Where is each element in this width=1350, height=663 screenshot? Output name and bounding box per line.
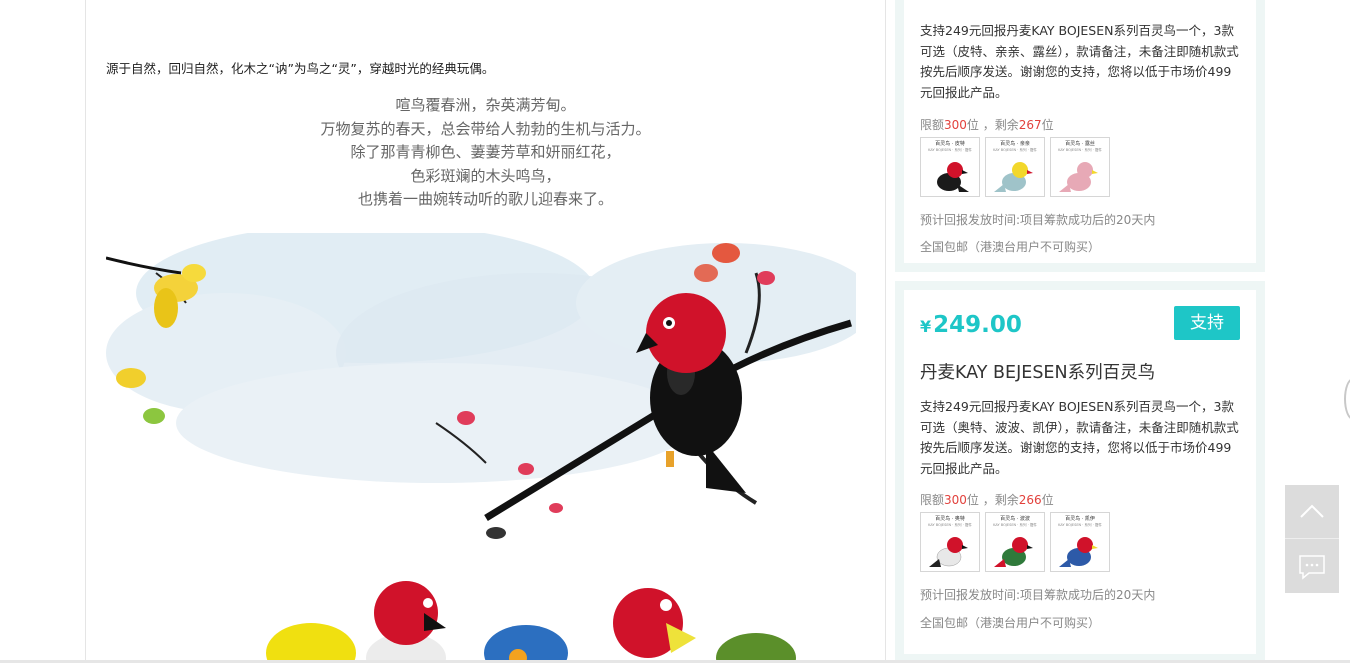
chat-icon	[1299, 555, 1325, 580]
back-to-top-button[interactable]	[1285, 485, 1339, 539]
quota-remaining: 266	[1018, 493, 1042, 507]
quota-remaining: 267	[1018, 118, 1042, 132]
reward-quota: 限额300位 ，剩余267位	[920, 118, 1054, 132]
reward-description: 支持249元回报丹麦KAY BOJESEN系列百灵鸟一个，3款可选（奥特、波波、…	[920, 399, 1239, 476]
bird-figure-icon	[1059, 537, 1098, 567]
poem-line: 也携着一曲婉转动听的歌儿迎春来了。	[357, 190, 613, 208]
edge-widget-handle[interactable]	[1344, 378, 1350, 420]
delivery-time: 预计回报发放时间:项目筹款成功后的20天内	[920, 588, 1156, 602]
reward-thumbnail[interactable]: 百灵鸟 · 露丝 KAY BOJESEN · 系列 · 摆件	[1050, 137, 1110, 197]
quota-total: 300	[944, 493, 967, 507]
reward-thumbnail[interactable]: 百灵鸟 · 波波 KAY BOJESEN · 系列 · 摆件	[985, 512, 1045, 572]
bird-figure-icon	[937, 162, 969, 192]
hero-bird-illustration	[106, 233, 856, 663]
reward-card: ¥249.00 支持 丹麦KAY BEJESEN系列百灵鸟 支持249元回报丹麦…	[895, 281, 1265, 663]
bird-figure-icon	[994, 162, 1033, 192]
bird-figure-icon	[929, 537, 968, 567]
story-intro: 源于自然，回归自然，化木之“讷”为鸟之“灵”，穿越时光的经典玩偶。	[106, 61, 495, 76]
shipping-note: 全国包邮（港澳台用户不可购买）	[920, 240, 1101, 254]
reward-thumbnail[interactable]: 百灵鸟 · 凯伊 KAY BOJESEN · 系列 · 摆件	[1050, 512, 1110, 572]
reward-title: 丹麦KAY BEJESEN系列百灵鸟	[920, 363, 1156, 383]
bird-figure-icon	[994, 537, 1033, 567]
project-story: 源于自然，回归自然，化木之“讷”为鸟之“灵”，穿越时光的经典玩偶。 喧鸟覆春洲，…	[85, 0, 886, 663]
story-poem: 喧鸟覆春洲，杂英满芳甸。 万物复苏的春天，总会带给人勃勃的生机与活力。 除了那青…	[86, 94, 885, 212]
reward-quota: 限额300位 ，剩余266位	[920, 493, 1054, 507]
reward-card: 支持249元回报丹麦KAY BOJESEN系列百灵鸟一个，3款可选（皮特、亲亲、…	[895, 0, 1265, 272]
poem-line: 喧鸟覆春洲，杂英满芳甸。	[395, 96, 576, 114]
reward-price: ¥249.00	[920, 312, 1022, 338]
chevron-up-icon	[1300, 504, 1324, 518]
reward-thumbnail[interactable]: 百灵鸟 · 奥特 KAY BOJESEN · 系列 · 摆件	[920, 512, 980, 572]
bird-figure-icon	[1059, 162, 1098, 192]
quota-total: 300	[944, 118, 967, 132]
poem-line: 万物复苏的春天，总会带给人勃勃的生机与活力。	[320, 119, 651, 138]
shipping-note: 全国包邮（港澳台用户不可购买）	[920, 616, 1101, 630]
reward-description: 支持249元回报丹麦KAY BOJESEN系列百灵鸟一个，3款可选（皮特、亲亲、…	[920, 23, 1239, 100]
floating-toolbar	[1285, 485, 1339, 593]
delivery-time: 预计回报发放时间:项目筹款成功后的20天内	[920, 213, 1156, 227]
chat-button[interactable]	[1285, 539, 1339, 593]
reward-thumbnail[interactable]: 百灵鸟 · 皮特 KAY BOJESEN · 系列 · 摆件	[920, 137, 980, 197]
poem-line: 色彩斑斓的木头鸣鸟，	[410, 166, 561, 185]
poem-line: 除了那青青柳色、萋萋芳草和妍丽红花，	[350, 143, 621, 161]
support-button[interactable]: 支持	[1174, 306, 1240, 340]
reward-sidebar: 支持249元回报丹麦KAY BOJESEN系列百灵鸟一个，3款可选（皮特、亲亲、…	[895, 0, 1265, 663]
bird-on-branch-illustration	[106, 233, 856, 663]
reward-thumbnail[interactable]: 百灵鸟 · 亲亲 KAY BOJESEN · 系列 · 摆件	[985, 137, 1045, 197]
price-value: 249.00	[933, 312, 1022, 338]
currency-symbol: ¥	[920, 317, 932, 336]
